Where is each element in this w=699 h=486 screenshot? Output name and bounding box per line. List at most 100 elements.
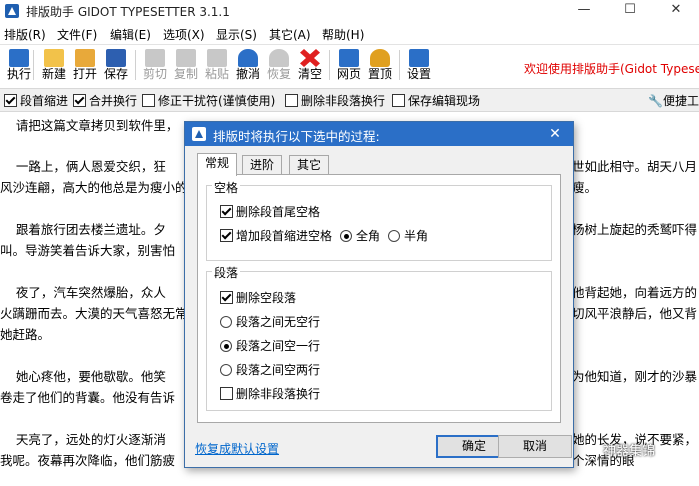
clear-label: 清空 xyxy=(297,67,322,81)
pin-top-icon xyxy=(370,49,390,67)
remove-empty-paragraphs-checkbox[interactable]: 删除空段落 xyxy=(220,289,296,306)
no-blank-line-radio[interactable]: 段落之间无空行 xyxy=(220,313,320,330)
document-line: 一路上，俩人恩爱交织，狂 xyxy=(0,159,166,174)
clear-button[interactable]: 清空 xyxy=(291,47,329,83)
tab-general[interactable]: 常规 xyxy=(197,153,238,176)
document-line: 风沙连翩，高大的他总是为瘦小的 xyxy=(0,180,188,195)
halfwidth-radio[interactable]: 半角 xyxy=(388,227,428,244)
menu-edit[interactable]: 编辑(E) xyxy=(110,26,151,43)
option-remove-nonpara-breaks-checkbox[interactable]: 删除非段落换行 xyxy=(285,92,385,109)
menu-divider xyxy=(0,44,699,45)
document-line: 夜了，汽车突然爆胎，众人 xyxy=(0,285,166,300)
paste-icon xyxy=(207,49,227,67)
checkbox-indicator xyxy=(142,94,155,107)
radio-label: 段落之间无空行 xyxy=(236,315,321,329)
radio-indicator xyxy=(340,230,352,242)
quick-tool-button[interactable]: 🔧便捷工 xyxy=(648,92,699,109)
document-line: 火蹒跚而去。大漠的天气喜怒无常 xyxy=(0,306,188,321)
paragraph-group-label: 段落 xyxy=(212,264,241,281)
document-line: 叫。导游笑着告诉大家，别害怕 xyxy=(0,243,176,258)
option-label: 修正干扰符(谨慎使用) xyxy=(158,94,276,108)
checkbox-indicator xyxy=(220,291,233,304)
checkbox-indicator xyxy=(285,94,298,107)
document-line: 切风平浪静后，他又背 xyxy=(572,306,698,321)
fullwidth-radio[interactable]: 全角 xyxy=(340,227,380,244)
checkbox-label: 删除段首尾空格 xyxy=(236,205,321,219)
option-merge-lines-checkbox[interactable]: 合并换行 xyxy=(73,92,137,109)
document-line: 为他知道，刚才的沙暴 xyxy=(572,369,698,384)
open-folder-icon xyxy=(75,49,95,67)
minimize-button[interactable]: — xyxy=(561,0,607,22)
cut-icon xyxy=(145,49,165,67)
option-fix-interference-checkbox[interactable]: 修正干扰符(谨慎使用) xyxy=(142,92,275,109)
pin-top-button[interactable]: 置顶 xyxy=(361,47,399,83)
remove-trailing-spaces-checkbox[interactable]: 删除段首尾空格 xyxy=(220,203,320,220)
remove-nonpara-breaks-checkbox[interactable]: 删除非段落换行 xyxy=(220,385,320,402)
settings-button[interactable]: 设置 xyxy=(400,47,438,83)
option-save-workspace-checkbox[interactable]: 保存编辑现场 xyxy=(392,92,480,109)
new-file-icon xyxy=(44,49,64,67)
radio-label: 段落之间空两行 xyxy=(236,363,321,377)
add-indent-spaces-checkbox[interactable]: 增加段首缩进空格 xyxy=(220,227,332,244)
undo-icon xyxy=(238,49,258,67)
save-label: 保存 xyxy=(103,67,128,81)
radio-indicator xyxy=(220,364,232,376)
cancel-button[interactable]: 取消 xyxy=(498,435,572,458)
maximize-button[interactable]: ☐ xyxy=(607,0,653,22)
checkbox-label: 删除空段落 xyxy=(236,291,297,305)
menu-typeset[interactable]: 排版(R) xyxy=(4,26,46,43)
tab-other[interactable]: 其它 xyxy=(289,155,330,175)
option-label: 删除非段落换行 xyxy=(301,94,386,108)
one-blank-line-radio[interactable]: 段落之间空一行 xyxy=(220,337,320,354)
settings-label: 设置 xyxy=(406,67,431,81)
option-indent-checkbox[interactable]: 段首缩进 xyxy=(4,92,68,109)
option-label: 合并换行 xyxy=(89,94,138,108)
copy-icon xyxy=(176,49,196,67)
dialog-close-icon[interactable]: ✕ xyxy=(545,124,565,144)
radio-indicator xyxy=(220,340,232,352)
welcome-text: 欢迎使用排版助手(Gidot Typese xyxy=(524,62,699,76)
spacing-group-label: 空格 xyxy=(212,179,241,196)
document-line: 我呢。夜幕再次降临，他们筋疲 xyxy=(0,453,176,468)
quick-tool-label: 便捷工 xyxy=(662,94,699,108)
redo-icon xyxy=(269,49,289,67)
radio-indicator xyxy=(388,230,400,242)
document-line: 她赶路。 xyxy=(0,327,51,342)
title-bar: 排版助手 GIDOT TYPESETTER 3.1.1 — ☐ ✕ xyxy=(0,0,699,22)
menu-file[interactable]: 文件(F) xyxy=(57,26,97,43)
document-line: 请把这篇文章拷贝到软件里， xyxy=(0,118,179,133)
spacing-group xyxy=(206,185,552,261)
document-line: 世如此相守。胡天八月 xyxy=(572,159,698,174)
tab-panel-general: 空格 删除段首尾空格 增加段首缩进空格 全角 半角 段落 删除空段落 段落之间无… xyxy=(197,174,561,423)
tab-advanced[interactable]: 进阶 xyxy=(242,155,283,175)
two-blank-lines-radio[interactable]: 段落之间空两行 xyxy=(220,361,320,378)
menu-display[interactable]: 显示(S) xyxy=(216,26,257,43)
menu-other[interactable]: 其它(A) xyxy=(269,26,311,43)
close-button[interactable]: ✕ xyxy=(653,0,699,22)
typeset-options-dialog: 排版时将执行以下选中的过程: ✕ 常规 进阶 其它 空格 删除段首尾空格 增加段… xyxy=(184,121,574,468)
menu-help[interactable]: 帮助(H) xyxy=(322,26,364,43)
radio-indicator xyxy=(220,316,232,328)
checkbox-indicator xyxy=(220,229,233,242)
settings-icon xyxy=(409,49,429,67)
watermark-text: 神器集锦 xyxy=(603,444,656,459)
toolbar-divider xyxy=(33,50,34,80)
window-title: 排版助手 GIDOT TYPESETTER 3.1.1 xyxy=(26,5,230,19)
pin-top-label: 置顶 xyxy=(367,67,392,81)
dialog-title: 排版时将执行以下选中的过程: xyxy=(213,129,380,144)
run-icon xyxy=(9,49,29,67)
app-logo-icon xyxy=(192,127,206,141)
checkbox-label: 删除非段落换行 xyxy=(236,387,321,401)
restore-defaults-link[interactable]: 恢复成默认设置 xyxy=(195,440,279,457)
clear-icon xyxy=(300,49,320,67)
menu-options[interactable]: 选项(X) xyxy=(163,26,205,43)
radio-label: 半角 xyxy=(404,229,429,243)
menu-bar: 排版(R) 文件(F) 编辑(E) 选项(X) 显示(S) 其它(A) 帮助(H… xyxy=(0,23,699,43)
checkbox-label: 增加段首缩进空格 xyxy=(236,229,333,243)
document-line: 卷走了他们的背囊。他没有告诉 xyxy=(0,390,176,405)
option-label: 段首缩进 xyxy=(20,94,69,108)
checkbox-indicator xyxy=(220,387,233,400)
document-line: 天亮了，远处的灯火逐渐消 xyxy=(0,432,166,447)
save-button[interactable]: 保存 xyxy=(97,47,135,83)
checkbox-indicator xyxy=(73,94,86,107)
